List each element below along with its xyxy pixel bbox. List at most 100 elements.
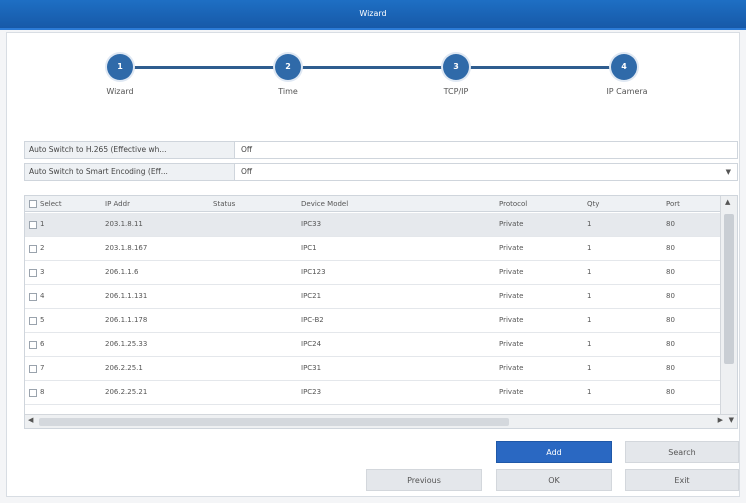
- cell-model: IPC23: [301, 388, 322, 396]
- step-3-label: TCP/IP: [443, 87, 469, 96]
- cell-ip: 206.1.25.33: [105, 340, 148, 348]
- select-all-checkbox[interactable]: [29, 200, 37, 208]
- cell-model: IPC-B2: [301, 316, 324, 324]
- row-checkbox[interactable]: [29, 389, 37, 397]
- cell-port: 80: [666, 364, 675, 372]
- search-button[interactable]: Search: [625, 441, 739, 463]
- cell-port: 80: [666, 316, 675, 324]
- cell-protocol: Private: [499, 388, 524, 396]
- cell-ip: 203.1.8.167: [105, 244, 148, 252]
- scroll-up-icon[interactable]: ▲: [725, 198, 730, 206]
- cell-model: IPC1: [301, 244, 317, 252]
- cell-ip: 206.1.1.6: [105, 268, 139, 276]
- cell-qty: 1: [587, 388, 592, 396]
- cell-qty: 1: [587, 220, 592, 228]
- table-row[interactable]: 1 203.1.8.11 IPC33 Private 1 80: [25, 213, 720, 237]
- smart-encoding-label: Auto Switch to Smart Encoding (Eff...: [25, 164, 235, 180]
- vertical-scrollbar[interactable]: ▲: [720, 196, 737, 414]
- cell-ip: 206.1.1.131: [105, 292, 148, 300]
- row-checkbox[interactable]: [29, 269, 37, 277]
- row-index: 2: [40, 244, 45, 252]
- table-row[interactable]: 2 203.1.8.167 IPC1 Private 1 80: [25, 237, 720, 261]
- col-protocol[interactable]: Protocol: [499, 196, 527, 212]
- cell-qty: 1: [587, 292, 592, 300]
- horizontal-scrollbar[interactable]: ◀ ▶ ▼: [25, 414, 737, 428]
- chevron-down-icon[interactable]: ▼: [726, 164, 731, 180]
- cell-qty: 1: [587, 340, 592, 348]
- row-checkbox[interactable]: [29, 341, 37, 349]
- table-row[interactable]: 4 206.1.1.131 IPC21 Private 1 80: [25, 285, 720, 309]
- cell-ip: 206.1.1.178: [105, 316, 148, 324]
- cell-protocol: Private: [499, 220, 524, 228]
- cell-ip: 206.2.25.21: [105, 388, 148, 396]
- col-model[interactable]: Device Model: [301, 196, 348, 212]
- step-2-circle: 2: [275, 54, 301, 80]
- smart-encoding-select[interactable]: Off: [241, 164, 252, 180]
- exit-button[interactable]: Exit: [625, 469, 739, 491]
- col-status[interactable]: Status: [213, 196, 235, 212]
- row-index: 7: [40, 364, 45, 372]
- row-index: 1: [40, 220, 45, 228]
- cell-port: 80: [666, 340, 675, 348]
- cell-protocol: Private: [499, 244, 524, 252]
- col-port[interactable]: Port: [666, 196, 680, 212]
- row-checkbox[interactable]: [29, 365, 37, 373]
- cell-qty: 1: [587, 316, 592, 324]
- vertical-scroll-thumb[interactable]: [724, 214, 734, 364]
- horizontal-scroll-thumb[interactable]: [39, 418, 509, 426]
- row-index: 5: [40, 316, 45, 324]
- cell-model: IPC33: [301, 220, 322, 228]
- row-index: 3: [40, 268, 45, 276]
- table-row[interactable]: 5 206.1.1.178 IPC-B2 Private 1 80: [25, 309, 720, 333]
- row-checkbox[interactable]: [29, 245, 37, 253]
- h265-switch-label: Auto Switch to H.265 (Effective wh...: [25, 142, 235, 158]
- scroll-left-icon[interactable]: ◀: [28, 416, 33, 424]
- cell-protocol: Private: [499, 316, 524, 324]
- table-row[interactable]: 7 206.2.25.1 IPC31 Private 1 80: [25, 357, 720, 381]
- cell-model: IPC123: [301, 268, 326, 276]
- cell-qty: 1: [587, 244, 592, 252]
- cell-qty: 1: [587, 268, 592, 276]
- cell-model: IPC21: [301, 292, 322, 300]
- row-index: 8: [40, 388, 45, 396]
- cell-port: 80: [666, 292, 675, 300]
- step-3-circle: 3: [443, 54, 469, 80]
- scroll-down-icon[interactable]: ▼: [729, 416, 734, 424]
- row-checkbox[interactable]: [29, 317, 37, 325]
- col-qty[interactable]: Qty: [587, 196, 599, 212]
- h265-switch-row: Auto Switch to H.265 (Effective wh... Of…: [24, 141, 738, 159]
- table-row[interactable]: 3 206.1.1.6 IPC123 Private 1 80: [25, 261, 720, 285]
- table-row[interactable]: 8 206.2.25.21 IPC23 Private 1 80: [25, 381, 720, 405]
- h265-switch-value[interactable]: Off: [241, 142, 252, 158]
- cell-port: 80: [666, 268, 675, 276]
- cell-ip: 203.1.8.11: [105, 220, 143, 228]
- cell-port: 80: [666, 220, 675, 228]
- cell-port: 80: [666, 244, 675, 252]
- cell-ip: 206.2.25.1: [105, 364, 143, 372]
- row-index: 6: [40, 340, 45, 348]
- window-titlebar: Wizard: [0, 0, 746, 30]
- cell-protocol: Private: [499, 268, 524, 276]
- cell-protocol: Private: [499, 340, 524, 348]
- row-index: 4: [40, 292, 45, 300]
- add-button[interactable]: Add: [496, 441, 612, 463]
- cell-qty: 1: [587, 364, 592, 372]
- camera-table: Select IP Addr Status Device Model Proto…: [24, 195, 738, 429]
- row-checkbox[interactable]: [29, 293, 37, 301]
- scroll-right-icon[interactable]: ▶: [718, 416, 723, 424]
- step-4-label: IP Camera: [606, 87, 648, 96]
- col-ip[interactable]: IP Addr: [105, 196, 130, 212]
- step-2-label: Time: [278, 87, 298, 96]
- step-1-circle: 1: [107, 54, 133, 80]
- table-row[interactable]: 6 206.1.25.33 IPC24 Private 1 80: [25, 333, 720, 357]
- table-header: Select IP Addr Status Device Model Proto…: [25, 196, 720, 212]
- row-checkbox[interactable]: [29, 221, 37, 229]
- step-4-circle: 4: [611, 54, 637, 80]
- cell-protocol: Private: [499, 364, 524, 372]
- smart-encoding-row: Auto Switch to Smart Encoding (Eff... Of…: [24, 163, 738, 181]
- ok-button[interactable]: OK: [496, 469, 612, 491]
- cell-port: 80: [666, 388, 675, 396]
- previous-button[interactable]: Previous: [366, 469, 482, 491]
- step-progress-line: [130, 66, 612, 69]
- window-title: Wizard: [359, 9, 387, 18]
